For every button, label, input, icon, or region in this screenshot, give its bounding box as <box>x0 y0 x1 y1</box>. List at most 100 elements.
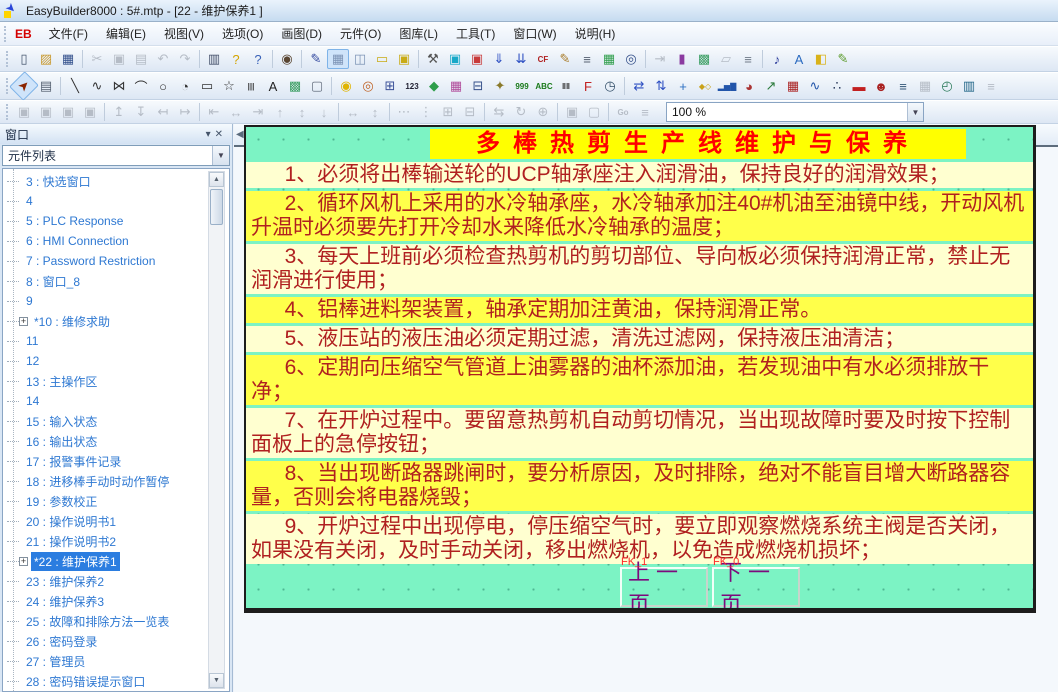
eb-menu-icon[interactable]: EB <box>15 27 32 41</box>
same-height-icon[interactable]: ↕ <box>364 102 386 122</box>
context-help-icon[interactable]: ? <box>247 49 269 69</box>
tree-item-28[interactable]: 28 : 密码错误提示窗口 <box>3 671 229 691</box>
open-folder-icon[interactable]: ▨ <box>35 49 57 69</box>
tree-item-7[interactable]: 7 : Password Restriction <box>3 251 229 271</box>
bar-graph-icon[interactable]: ▂▅▇ <box>716 76 738 96</box>
hmi-instruction-4[interactable]: 4、铝棒进料架装置，轴承定期加注黄油，保持润滑正常。 <box>246 297 1033 323</box>
build-download-data-icon[interactable]: ⇊ <box>510 49 532 69</box>
select-arrow-icon[interactable]: ➤ <box>9 71 39 101</box>
tree-item-4[interactable]: 4 <box>3 191 229 211</box>
tree-item-19[interactable]: 19 : 参数校正 <box>3 491 229 511</box>
data-block-icon[interactable]: ▦ <box>914 76 936 96</box>
menu-item-9[interactable]: 说明(H) <box>566 22 625 45</box>
prev-page-button[interactable]: FK_1 上一页 <box>620 567 708 607</box>
snap-icon[interactable]: ◫ <box>349 49 371 69</box>
bit-lamp-icon[interactable]: ◉ <box>335 76 357 96</box>
same-width-icon[interactable]: ↔ <box>342 102 364 122</box>
tree-item-16[interactable]: 16 : 输出状态 <box>3 431 229 451</box>
event-display-icon[interactable]: ≡ <box>892 76 914 96</box>
hmi-screen-canvas[interactable]: 多棒热剪生产线维护与保养 1、必须将出棒输送轮的UCP轴承座注入润滑油，保持良好… <box>244 125 1036 613</box>
tree-item-21[interactable]: 21 : 操作说明书2 <box>3 531 229 551</box>
set-word-icon[interactable]: ⇅ <box>650 76 672 96</box>
hmi-instruction-8[interactable]: 8、当出现断路器跳闸时，要分析原因，及时排除，绝对不能盲目增大断路器容量，否则会… <box>246 461 1033 511</box>
word-lamp-icon[interactable]: ⊞ <box>379 76 401 96</box>
align-top-icon[interactable]: ↑ <box>269 102 291 122</box>
oscilloscope-icon[interactable]: ∿ <box>804 76 826 96</box>
tree-item-27[interactable]: 27 : 管理员 <box>3 651 229 671</box>
picture-tool-icon[interactable]: ▩ <box>284 76 306 96</box>
pin-icon[interactable]: ⊕ <box>532 102 554 122</box>
scale-tool-icon[interactable]: ||| <box>240 76 262 96</box>
tree-item-11[interactable]: 11 <box>3 331 229 351</box>
scroll-down-icon[interactable]: ▼ <box>209 673 224 688</box>
ascii-display-icon[interactable]: ABC <box>533 76 555 96</box>
nudge-down-icon[interactable]: ↧ <box>130 102 152 122</box>
scheduler-icon[interactable]: ◴ <box>936 76 958 96</box>
address-book-icon[interactable]: ▮ <box>671 49 693 69</box>
grid-icon[interactable]: ▦ <box>327 49 349 69</box>
macro-editor-icon[interactable]: ✎ <box>832 49 854 69</box>
tag-library-icon[interactable]: ◧ <box>810 49 832 69</box>
align-right-icon[interactable]: ⇥ <box>247 102 269 122</box>
find-icon[interactable]: ◉ <box>276 49 298 69</box>
tree-item-17[interactable]: 17 : 报警事件记录 <box>3 451 229 471</box>
tree-item-20[interactable]: 20 : 操作说明书1 <box>3 511 229 531</box>
panel-close-icon[interactable]: ✕ <box>215 129 227 140</box>
new-file-icon[interactable]: ▯ <box>13 49 35 69</box>
expand-icon[interactable]: + <box>19 557 28 566</box>
print-icon[interactable]: ▥ <box>203 49 225 69</box>
compile-icon[interactable]: ⚒ <box>422 49 444 69</box>
rectangle-tool-icon[interactable]: ▭ <box>196 76 218 96</box>
numeric-object-icon[interactable]: 123 <box>401 76 423 96</box>
alarm-bar-icon[interactable]: ▬ <box>848 76 870 96</box>
layer-list-icon[interactable]: ≡ <box>634 102 656 122</box>
tree-item-6[interactable]: 6 : HMI Connection <box>3 231 229 251</box>
csv-file-icon[interactable]: ≡ <box>576 49 598 69</box>
paste-icon[interactable]: ▤ <box>130 49 152 69</box>
hmi-instruction-5[interactable]: 5、液压站的液压油必须定期过滤，清洗过滤网，保持液压油清洁； <box>246 326 1033 352</box>
tree-item-14[interactable]: 14 <box>3 391 229 411</box>
shape-manager-icon[interactable]: ▱ <box>715 49 737 69</box>
tree-item-9[interactable]: 9 <box>3 291 229 311</box>
expand-icon[interactable]: + <box>19 317 28 326</box>
object-list-icon[interactable]: ▤ <box>35 76 57 96</box>
download-icon[interactable]: ⇓ <box>488 49 510 69</box>
align-middle-icon[interactable]: ↕ <box>291 102 313 122</box>
multi-state-lamp-icon[interactable]: ◎ <box>357 76 379 96</box>
sound-library-icon[interactable]: ♪ <box>766 49 788 69</box>
hmi-instruction-2[interactable]: 2、循环风机上采用的水冷轴承座，水冷轴承加注40#机油至油镜中线，开动风机升温时… <box>246 191 1033 241</box>
align-center-icon[interactable]: ↔ <box>225 102 247 122</box>
timer-icon[interactable]: ◷ <box>599 76 621 96</box>
next-page-button[interactable]: FK_0 下一页 <box>712 567 800 607</box>
menu-item-6[interactable]: 图库(L) <box>390 22 447 45</box>
direct-window-icon[interactable]: ⊟ <box>467 76 489 96</box>
freehand-tool-icon[interactable]: ∿ <box>86 76 108 96</box>
menu-item-0[interactable]: 文件(F) <box>40 22 97 45</box>
tree-item-15[interactable]: 15 : 输入状态 <box>3 411 229 431</box>
line-tool-icon[interactable]: ╲ <box>64 76 86 96</box>
move-shape-icon[interactable]: + <box>672 76 694 96</box>
function-button-icon[interactable]: F <box>577 76 599 96</box>
bring-to-front-icon[interactable]: ▣ <box>13 102 35 122</box>
group-library-icon[interactable]: ≡ <box>737 49 759 69</box>
polyline-tool-icon[interactable]: ⋈ <box>108 76 130 96</box>
draw-pen-icon[interactable]: ✎ <box>305 49 327 69</box>
tree-item-22[interactable]: +*22 : 维护保养1 <box>3 551 229 571</box>
hmi-instruction-3[interactable]: 3、每天上班前必须检查热剪机的剪切部位、导向板必须保持润滑正常，禁止无润滑进行使… <box>246 244 1033 294</box>
panel-tool-icon[interactable]: ▢ <box>306 76 328 96</box>
xy-plot-icon[interactable]: ∴ <box>826 76 848 96</box>
chevron-down-icon[interactable]: ▼ <box>907 103 923 121</box>
tree-item-25[interactable]: 25 : 故障和排除方法一览表 <box>3 611 229 631</box>
same-size-icon[interactable]: ⊞ <box>437 102 459 122</box>
barcode-icon[interactable]: ‖‖ <box>555 76 577 96</box>
hmi-screen-title[interactable]: 多棒热剪生产线维护与保养 <box>430 129 966 159</box>
recipe-table-icon[interactable]: ▦ <box>598 49 620 69</box>
meter-display-icon[interactable]: ◕ <box>738 76 760 96</box>
help-icon[interactable]: ? <box>225 49 247 69</box>
tree-item-18[interactable]: 18 : 进移棒手动时动作暂停 <box>3 471 229 491</box>
polygon-tool-icon[interactable]: ☆ <box>218 76 240 96</box>
tree-item-12[interactable]: 12 <box>3 351 229 371</box>
tree-item-5[interactable]: 5 : PLC Response <box>3 211 229 231</box>
copy-icon[interactable]: ▣ <box>108 49 130 69</box>
zoom-level-combobox[interactable]: 100 %▼ <box>666 102 924 122</box>
